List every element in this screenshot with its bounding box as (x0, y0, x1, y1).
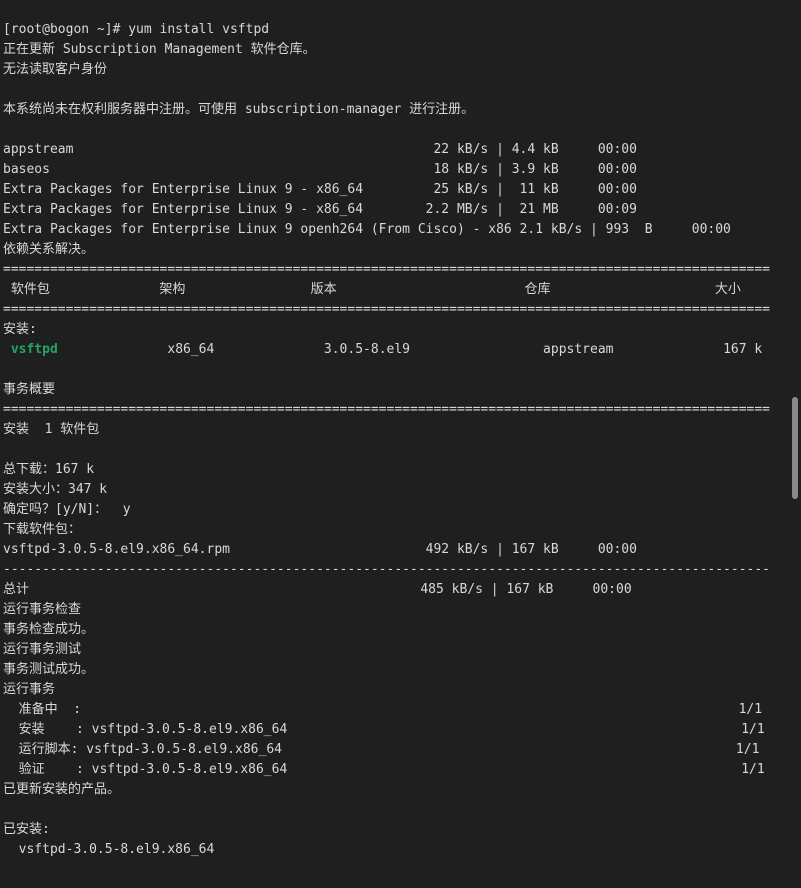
terminal-line: 已安装: (3, 822, 50, 837)
package-name: vsftpd (10, 342, 58, 357)
terminal-line: vsftpd-3.0.5-8.el9.x86_64.rpm 492 kB/s |… (3, 542, 637, 557)
package-row-details: x86_64 3.0.5-8.el9 appstream 167 k (57, 342, 763, 357)
terminal-line: 安装 1 软件包 (3, 422, 100, 437)
terminal-line: 安装: (3, 322, 37, 337)
terminal-line: 依赖关系解决。 (3, 242, 95, 257)
terminal-line: 运行事务测试 (3, 642, 82, 657)
terminal-line: 事务测试成功。 (3, 662, 95, 677)
separator-line: ========================================… (3, 302, 771, 317)
terminal-line: 已更新安装的产品。 (3, 782, 121, 797)
scrollbar-thumb[interactable] (792, 397, 798, 499)
terminal-line: 本系统尚未在权利服务器中注册。可使用 subscription-manager … (3, 102, 475, 117)
terminal-line: 运行事务检查 (3, 602, 82, 617)
separator-line: ----------------------------------------… (3, 562, 771, 577)
terminal-line: 总下载：167 k (3, 462, 95, 477)
terminal-line: 运行事务 (3, 682, 56, 697)
terminal-line: 验证 : vsftpd-3.0.5-8.el9.x86_64 1/1 (3, 762, 765, 777)
terminal-line: Extra Packages for Enterprise Linux 9 op… (3, 222, 731, 237)
terminal-line: baseos 18 kB/s | 3.9 kB 00:00 (3, 162, 637, 177)
terminal-line: 正在更新 Subscription Management 软件仓库。 (3, 42, 316, 57)
terminal-line: 安装大小：347 k (3, 482, 108, 497)
terminal-output: [root@bogon ~]# yum install vsftpd 正在更新 … (3, 20, 787, 860)
terminal-line: 下载软件包： (3, 522, 82, 537)
scrollbar-track[interactable] (789, 0, 801, 888)
terminal-line: 总计 485 kB/s | 167 kB 00:00 (3, 582, 632, 597)
terminal-line: 事务概要 (3, 382, 56, 397)
terminal-line: [root@bogon ~]# yum install vsftpd (3, 22, 270, 37)
terminal-line: vsftpd-3.0.5-8.el9.x86_64 (3, 842, 215, 857)
terminal-line: 确定吗？[y/N]： y (3, 502, 131, 517)
terminal-line: 无法读取客户身份 (3, 62, 108, 77)
terminal-line: Extra Packages for Enterprise Linux 9 - … (3, 202, 637, 217)
terminal-line: 事务检查成功。 (3, 622, 95, 637)
package-row: vsftpd x86_64 3.0.5-8.el9 appstream 167 … (3, 340, 787, 360)
terminal-line: 运行脚本: vsftpd-3.0.5-8.el9.x86_64 1/1 (3, 742, 760, 757)
terminal-line: appstream 22 kB/s | 4.4 kB 00:00 (3, 142, 637, 157)
separator-line: ========================================… (3, 262, 771, 277)
table-header: 软件包 架构 版本 仓库 大小 (3, 282, 741, 297)
terminal-line: Extra Packages for Enterprise Linux 9 - … (3, 182, 637, 197)
package-row-prefix (3, 342, 11, 357)
terminal-line: 准备中 : 1/1 (3, 702, 763, 717)
terminal-line: 安装 : vsftpd-3.0.5-8.el9.x86_64 1/1 (3, 722, 765, 737)
separator-line: ========================================… (3, 402, 771, 417)
terminal-window[interactable]: [root@bogon ~]# yum install vsftpd 正在更新 … (0, 0, 801, 888)
